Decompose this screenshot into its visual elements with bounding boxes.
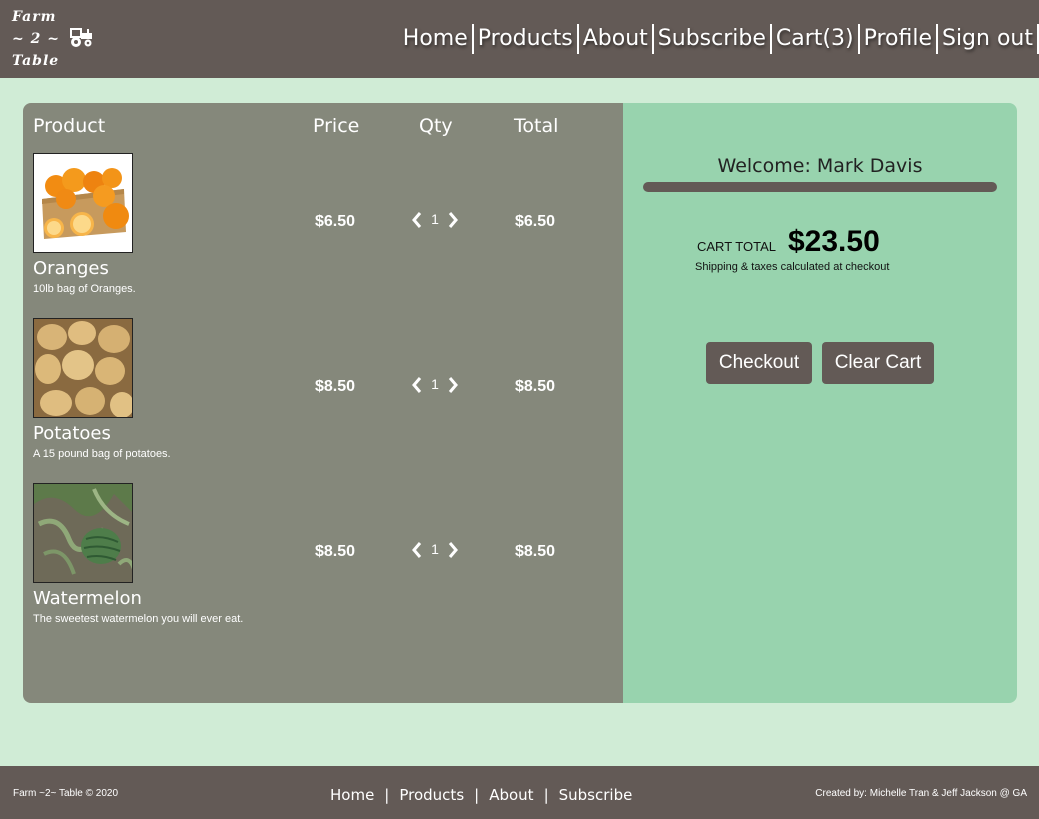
footer-link-about[interactable]: About: [489, 786, 533, 804]
nav-cart[interactable]: Cart(3): [772, 24, 860, 54]
shipping-note: Shipping & taxes calculated at checkout: [695, 261, 890, 273]
cart-total-label: CART TOTAL: [697, 239, 776, 254]
watermelon-image: [33, 483, 133, 583]
clear-cart-button[interactable]: Clear Cart: [822, 342, 934, 384]
welcome-message: Welcome: Mark Davis: [717, 155, 923, 177]
chevron-left-icon[interactable]: [411, 211, 423, 229]
item-total: $8.50: [514, 378, 556, 395]
item-total: $6.50: [514, 213, 556, 230]
footer-link-home[interactable]: Home: [330, 786, 374, 804]
tractor-icon: [70, 28, 92, 47]
footer-link-subscribe[interactable]: Subscribe: [559, 786, 633, 804]
site-header: Farm ~ 2 ~ Table Home Products About Sub…: [0, 0, 1039, 78]
divider: [643, 182, 997, 192]
cart-items-pane: Product Price Qty Total Oranges 10lb bag…: [23, 103, 623, 703]
item-description: A 15 pound bag of potatoes.: [33, 448, 171, 460]
cart-item: Potatoes A 15 pound bag of potatoes. $8.…: [33, 318, 613, 468]
header-product: Product: [33, 115, 106, 137]
credit-text: Created by: Michelle Tran & Jeff Jackson…: [815, 788, 1027, 799]
brand-logo[interactable]: Farm ~ 2 ~ Table: [12, 6, 102, 72]
brand-line-3: Table: [12, 53, 60, 69]
cart-total-row: CART TOTAL $23.50: [697, 225, 880, 259]
nav-sign-out[interactable]: Sign out: [938, 24, 1039, 54]
cart-item: Watermelon The sweetest watermelon you w…: [33, 483, 613, 633]
header-qty: Qty: [419, 115, 453, 137]
chevron-right-icon[interactable]: [447, 376, 459, 394]
footer-link-products[interactable]: Products: [399, 786, 464, 804]
potatoes-image: [33, 318, 133, 418]
item-total: $8.50: [514, 543, 556, 560]
quantity-value: 1: [431, 376, 439, 392]
item-price: $8.50: [314, 378, 356, 395]
copyright-text: Farm ~2~ Table © 2020: [13, 788, 119, 799]
quantity-stepper: 1: [411, 539, 459, 561]
site-footer: Farm ~2~ Table © 2020 Home | Products | …: [0, 766, 1039, 819]
item-name: Watermelon: [33, 588, 142, 609]
brand-line-1: Farm: [12, 9, 57, 25]
footer-nav: Home | Products | About | Subscribe: [330, 786, 632, 804]
item-description: 10lb bag of Oranges.: [33, 283, 136, 295]
quantity-stepper: 1: [411, 209, 459, 231]
oranges-image: [33, 153, 133, 253]
quantity-value: 1: [431, 541, 439, 557]
chevron-left-icon[interactable]: [411, 376, 423, 394]
main-nav: Home Products About Subscribe Cart(3) Pr…: [399, 22, 1039, 56]
nav-subscribe[interactable]: Subscribe: [654, 24, 772, 54]
header-price: Price: [313, 115, 360, 137]
nav-home[interactable]: Home: [399, 24, 474, 54]
cart-total-amount: $23.50: [788, 225, 880, 258]
footer-separator: |: [384, 786, 390, 804]
item-price: $6.50: [314, 213, 356, 230]
item-description: The sweetest watermelon you will ever ea…: [33, 613, 244, 625]
header-total: Total: [514, 115, 559, 137]
cart-item: Oranges 10lb bag of Oranges. $6.50 1 $6.…: [33, 153, 613, 303]
nav-products[interactable]: Products: [474, 24, 579, 54]
chevron-right-icon[interactable]: [447, 211, 459, 229]
item-name: Oranges: [33, 258, 109, 279]
checkout-button[interactable]: Checkout: [706, 342, 812, 384]
footer-separator: |: [543, 786, 549, 804]
nav-about[interactable]: About: [579, 24, 654, 54]
quantity-stepper: 1: [411, 374, 459, 396]
cart-summary-pane: Welcome: Mark Davis CART TOTAL $23.50 Sh…: [623, 103, 1017, 703]
item-name: Potatoes: [33, 423, 111, 444]
cart-card: Product Price Qty Total Oranges 10lb bag…: [23, 103, 1017, 703]
chevron-left-icon[interactable]: [411, 541, 423, 559]
footer-separator: |: [474, 786, 480, 804]
quantity-value: 1: [431, 211, 439, 227]
chevron-right-icon[interactable]: [447, 541, 459, 559]
nav-profile[interactable]: Profile: [860, 24, 938, 54]
item-price: $8.50: [314, 543, 356, 560]
